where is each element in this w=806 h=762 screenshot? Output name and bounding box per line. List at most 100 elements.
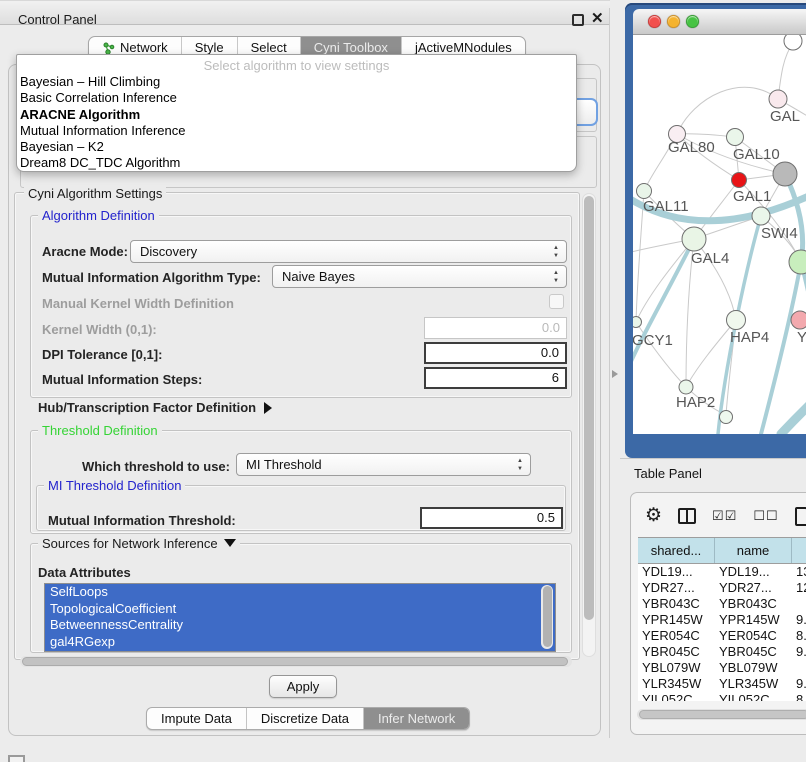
mi-algorithm-type-combo[interactable]: Naive Bayes ▲▼: [272, 265, 567, 288]
table-row[interactable]: YLR345W YLR345W 9.: [638, 676, 806, 692]
threshold-definition-title: Threshold Definition: [38, 423, 162, 438]
node-swi4[interactable]: [752, 207, 770, 225]
list-item[interactable]: gal4RGexp: [45, 634, 555, 651]
node-label-y: Y: [797, 329, 806, 346]
table-horizontal-scrollbar-thumb[interactable]: [639, 710, 806, 719]
tab-impute-data[interactable]: Impute Data: [147, 708, 246, 729]
node-label-hap2: HAP2: [676, 394, 715, 411]
node-gal10[interactable]: [727, 129, 744, 146]
dpi-tolerance-label: DPI Tolerance [0,1]:: [42, 347, 162, 362]
combo-arrows-icon: ▲▼: [517, 457, 523, 473]
manual-kernel-width-checkbox[interactable]: [549, 294, 564, 309]
node-label-gal80: GAL80: [668, 139, 715, 156]
column-header-shared-name[interactable]: shared...: [638, 538, 715, 563]
which-threshold-combo[interactable]: MI Threshold ▲▼: [236, 453, 531, 476]
tab-discretize-data[interactable]: Discretize Data: [246, 708, 363, 729]
algorithm-option[interactable]: Bayesian – Hill Climbing: [17, 74, 576, 90]
table-row-clipped[interactable]: YIL052C YIL052C 8: [638, 692, 806, 701]
table-row[interactable]: YER054C YER054C 8.: [638, 628, 806, 644]
kernel-width-label: Kernel Width (0,1):: [42, 322, 157, 337]
table-row[interactable]: YBL079W YBL079W: [638, 660, 806, 676]
kernel-width-field[interactable]: 0.0: [424, 317, 567, 339]
list-item[interactable]: TopologicalCoefficient: [45, 601, 555, 618]
aracne-mode-combo[interactable]: Discovery ▲▼: [130, 240, 567, 263]
close-panel-icon[interactable]: ✕: [591, 9, 604, 27]
list-scrollbar-thumb[interactable]: [543, 586, 552, 647]
minimize-window-icon[interactable]: [667, 15, 680, 28]
data-attributes-list[interactable]: SelfLoops TopologicalCoefficient Between…: [44, 583, 556, 652]
table-panel-title: Table Panel: [634, 466, 702, 481]
mi-threshold-label: Mutual Information Threshold:: [48, 513, 236, 528]
tab-infer-network[interactable]: Infer Network: [363, 708, 469, 729]
dpi-tolerance-field[interactable]: 0.0: [424, 342, 567, 364]
zoom-window-icon[interactable]: [686, 15, 699, 28]
node-gal[interactable]: [769, 90, 787, 108]
splitter-collapse-arrow-icon[interactable]: [612, 370, 618, 378]
algorithm-option[interactable]: Bayesian – K2: [17, 139, 576, 155]
gear-icon[interactable]: ⚙: [645, 501, 662, 531]
node[interactable]: [784, 35, 802, 50]
split-columns-icon[interactable]: [678, 508, 696, 524]
algorithm-option[interactable]: Basic Correlation Inference: [17, 90, 576, 106]
algorithm-option[interactable]: Dream8 DC_TDC Algorithm: [17, 155, 576, 171]
network-window-titlebar[interactable]: [633, 9, 806, 35]
node-label-swi4: SWI4: [761, 225, 798, 242]
node-hap2[interactable]: [679, 380, 693, 394]
cyni-bottom-tabbar: Impute Data Discretize Data Infer Networ…: [146, 707, 470, 730]
settings-vertical-scrollbar-thumb[interactable]: [584, 196, 594, 620]
manual-kernel-width-label: Manual Kernel Width Definition: [42, 296, 234, 311]
algorithm-dropdown-hint: Select algorithm to view settings: [17, 55, 576, 74]
table-panel: ⚙ ☑☑ ☐☐ shared... name YDL19... YDL19...…: [630, 492, 806, 735]
table-row[interactable]: YDL19... YDL19... 13: [638, 564, 806, 580]
algorithm-option-selected[interactable]: ARACNE Algorithm: [17, 107, 576, 123]
cyni-algorithm-settings-title: Cyni Algorithm Settings: [24, 186, 166, 201]
node-label-gal4: GAL4: [691, 250, 729, 267]
settings-horizontal-scrollbar-thumb[interactable]: [22, 657, 568, 666]
apply-button[interactable]: Apply: [269, 675, 337, 698]
node[interactable]: [720, 411, 733, 424]
table-header-row: shared... name: [638, 537, 806, 564]
mi-threshold-field[interactable]: 0.5: [420, 507, 563, 529]
mi-steps-field[interactable]: 6: [424, 367, 567, 389]
aracne-mode-label: Aracne Mode:: [42, 244, 128, 259]
node-table: shared... name YDL19... YDL19... 13 YDR2…: [638, 537, 806, 701]
hub-definition-expander[interactable]: Hub/Transcription Factor Definition: [38, 400, 272, 415]
mi-algorithm-type-label: Mutual Information Algorithm Type:: [42, 270, 261, 285]
table-row[interactable]: YDR27... YDR27... 12: [638, 580, 806, 596]
node-green[interactable]: [789, 250, 806, 274]
list-item[interactable]: BetweennessCentrality: [45, 617, 555, 634]
control-panel-title: Control Panel: [18, 12, 97, 27]
float-window-icon[interactable]: [572, 14, 584, 26]
node-gal11[interactable]: [637, 184, 652, 199]
document-icon[interactable]: [795, 507, 806, 526]
node-label-gal11: GAL11: [643, 198, 689, 215]
node-label-gal10: GAL10: [733, 146, 780, 163]
algorithm-option[interactable]: Mutual Information Inference: [17, 123, 576, 139]
select-all-checkboxes-icon[interactable]: ☑☑: [712, 508, 737, 524]
panel-splitter: [609, 8, 610, 738]
node-gray[interactable]: [773, 162, 797, 186]
node-label-hap4: HAP4: [730, 329, 769, 346]
column-header-clipped[interactable]: [792, 538, 806, 563]
table-row[interactable]: YBR043C YBR043C: [638, 596, 806, 612]
node-hap4[interactable]: [727, 311, 746, 330]
network-canvas[interactable]: GAL GAL80 GAL10 GAL1 GAL11 SWI4 GAL4 HAP…: [633, 35, 806, 434]
table-row[interactable]: YBR045C YBR045C 9.: [638, 644, 806, 660]
sources-title[interactable]: Sources for Network Inference: [38, 536, 240, 551]
algorithm-dropdown-popup: Select algorithm to view settings Bayesi…: [16, 54, 577, 172]
list-item[interactable]: SelfLoops: [45, 584, 555, 601]
horizontal-divider: [620, 458, 806, 459]
minimized-panel-chip[interactable]: [8, 755, 25, 762]
node-y[interactable]: [791, 311, 806, 329]
combo-arrows-icon: ▲▼: [553, 269, 559, 285]
algorithm-definition-title: Algorithm Definition: [38, 208, 159, 223]
expander-down-arrow-icon: [224, 539, 236, 547]
close-window-icon[interactable]: [648, 15, 661, 28]
table-toolbar: ⚙ ☑☑ ☐☐: [645, 501, 806, 531]
table-row[interactable]: YPR145W YPR145W 9.: [638, 612, 806, 628]
node[interactable]: [633, 317, 642, 328]
deselect-all-checkboxes-icon[interactable]: ☐☐: [753, 508, 778, 524]
node-gal1[interactable]: [732, 173, 747, 188]
column-header-name[interactable]: name: [715, 538, 792, 563]
node-gal4[interactable]: [682, 227, 706, 251]
